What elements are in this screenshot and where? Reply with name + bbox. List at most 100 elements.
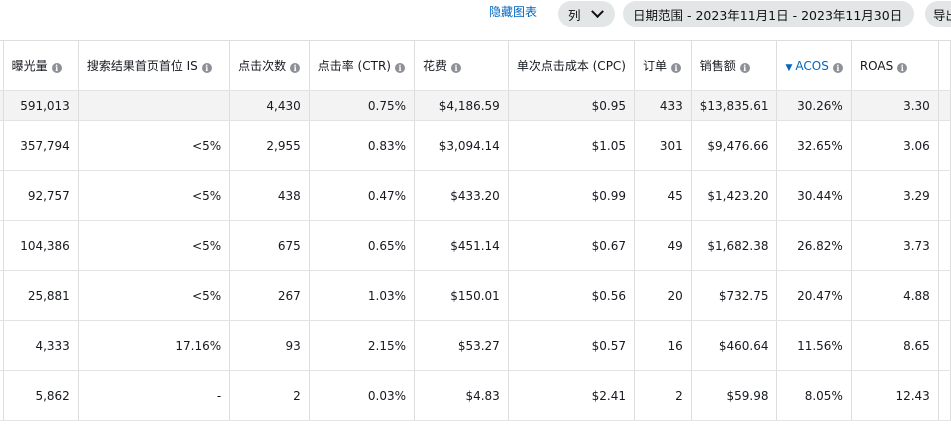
table-cell: $0.67	[508, 220, 636, 271]
header-ctr[interactable]: 点击率 (CTR) i	[309, 40, 416, 91]
table-cell: 1.03%	[309, 270, 416, 321]
info-icon[interactable]: i	[832, 62, 843, 73]
summary-cell: 591,013	[3, 90, 79, 121]
table-cell: 93	[229, 320, 310, 371]
info-icon[interactable]: i	[290, 63, 301, 73]
table-cell: 16	[634, 320, 692, 371]
table-cell: 26.82%	[776, 220, 852, 271]
summary-cell: 0.75%	[309, 90, 416, 121]
summary-cell: $0.95	[508, 90, 636, 121]
columns-label: 列	[568, 7, 581, 23]
table-cell: $0.57	[508, 320, 636, 371]
header-impressions[interactable]: 曝光量 i	[3, 40, 79, 91]
table-row[interactable]: 5,862-2 0.03% $4.83 $2.41 2 $59.98 8.05% 12.43	[0, 370, 951, 421]
table-cell: 104,386	[3, 220, 79, 271]
sort-descending-icon: ▼	[785, 62, 793, 73]
table-cell: $1.05	[508, 120, 636, 171]
info-icon[interactable]: i	[739, 63, 750, 73]
table-cell: 5,862	[3, 370, 79, 421]
header-top-of-search-is[interactable]: 搜索结果首页首位 IS i	[78, 40, 231, 91]
hide-chart-link[interactable]: 隐藏图表	[489, 3, 537, 20]
summary-cell: 433	[634, 90, 692, 121]
table-cell: 3.73	[851, 220, 939, 271]
table-row[interactable]: 104,386 <5% 675 0.65% $451.14 $0.67 49 $1,682.3…	[0, 220, 951, 271]
table-cell: 17.16%	[78, 320, 231, 371]
table-cell: 2,955	[229, 120, 310, 171]
table-cell: 25,881	[3, 270, 79, 321]
info-icon[interactable]: i	[671, 63, 682, 73]
table-cell: 32.65%	[776, 120, 852, 171]
campaign-table: 曝光量 i 搜索结果首页首位 IS i 点击次数 i 点击率 (CTR) i 花费 i 单…	[0, 40, 951, 421]
table-cell: <5%	[78, 170, 231, 221]
info-icon[interactable]: i	[451, 63, 462, 73]
table-row[interactable]: 357,794 <5% 2,955 0.83% $3,094.14 $1.05 301 $9,…	[0, 120, 951, 171]
table-cell: 30.44%	[776, 170, 852, 221]
table-cell: $53.27	[414, 320, 509, 371]
table-cell: $732.75	[691, 270, 778, 321]
date-range-label: 日期范围 - 2023年11月1日 - 2023年11月30日	[633, 7, 903, 23]
export-button[interactable]: 导出	[925, 1, 951, 27]
table-cell: $3,094.14	[414, 120, 509, 171]
table-cell: 4,333	[3, 320, 79, 371]
header-acos[interactable]: ▼ ACOS i	[776, 40, 852, 91]
table-cell: 2	[229, 370, 310, 421]
table-cell: 8.65	[851, 320, 939, 371]
table-cell: $460.64	[691, 320, 778, 371]
table-cell: 4.88	[851, 270, 939, 321]
table-cell: 438	[229, 170, 310, 221]
table-cell: $0.56	[508, 270, 636, 321]
table-header-row: 曝光量 i 搜索结果首页首位 IS i 点击次数 i 点击率 (CTR) i 花费 i 单…	[0, 40, 951, 91]
export-label: 导出	[933, 7, 951, 23]
summary-cell: 3.30	[851, 90, 939, 121]
table-cell: $1,423.20	[691, 170, 778, 221]
table-cell: 2.15%	[309, 320, 416, 371]
table-cell: $433.20	[414, 170, 509, 221]
table-cell: 20	[634, 270, 692, 321]
table-cell: $59.98	[691, 370, 778, 421]
table-cell: 49	[634, 220, 692, 271]
table-row[interactable]: 25,881 <5% 267 1.03% $150.01 $0.56 20 $732.75 20…	[0, 270, 951, 321]
info-icon[interactable]: i	[51, 63, 62, 73]
table-cell: 0.65%	[309, 220, 416, 271]
table-cell: $9,476.66	[691, 120, 778, 171]
date-range-button[interactable]: 日期范围 - 2023年11月1日 - 2023年11月30日	[623, 1, 914, 27]
header-orders[interactable]: 订单 i	[634, 40, 692, 91]
columns-button[interactable]: 列	[558, 1, 615, 27]
info-icon[interactable]: i	[201, 63, 212, 73]
table-cell: 0.47%	[309, 170, 416, 221]
table-cell: -	[78, 370, 231, 421]
table-row[interactable]: 4,333 17.16% 93 2.15% $53.27 $0.57 16 $460.64 11…	[0, 320, 951, 371]
table-cell: 3.06	[851, 120, 939, 171]
table-cell: 675	[229, 220, 310, 271]
table-cell: $451.14	[414, 220, 509, 271]
header-clicks[interactable]: 点击次数 i	[229, 40, 310, 91]
summary-cell: $4,186.59	[414, 90, 509, 121]
header-sales[interactable]: 销售额 i	[691, 40, 778, 91]
table-cell: <5%	[78, 120, 231, 171]
table-cell: 20.47%	[776, 270, 852, 321]
table-cell: $0.99	[508, 170, 636, 221]
info-icon[interactable]: i	[394, 63, 405, 73]
toolbar: 隐藏图表 列 日期范围 - 2023年11月1日 - 2023年11月30日 导…	[0, 0, 951, 40]
header-cpc[interactable]: 单次点击成本 (CPC)	[508, 40, 636, 91]
table-cell: <5%	[78, 220, 231, 271]
info-icon[interactable]: i	[897, 62, 908, 73]
table-cell: <5%	[78, 270, 231, 321]
table-row[interactable]: 92,757 <5% 438 0.47% $433.20 $0.99 45 $1,423.20…	[0, 170, 951, 221]
header-spend[interactable]: 花费 i	[414, 40, 509, 91]
header-roas[interactable]: ROAS i	[851, 40, 939, 91]
summary-cell: 4,430	[229, 90, 310, 121]
table-cell: $1,682.38	[691, 220, 778, 271]
summary-cell: 30.26%	[776, 90, 852, 121]
table-cell: 3.29	[851, 170, 939, 221]
table-cell: 11.56%	[776, 320, 852, 371]
table-cell: 0.83%	[309, 120, 416, 171]
table-cell: $150.01	[414, 270, 509, 321]
table-cell: 8.05%	[776, 370, 852, 421]
summary-row: 591,013 4,430 0.75% $4,186.59 $0.95 433 …	[0, 90, 951, 121]
table-cell: 357,794	[3, 120, 79, 171]
summary-cell	[78, 90, 231, 121]
table-cell: 267	[229, 270, 310, 321]
chevron-down-icon	[590, 4, 604, 18]
table-cell: 45	[634, 170, 692, 221]
